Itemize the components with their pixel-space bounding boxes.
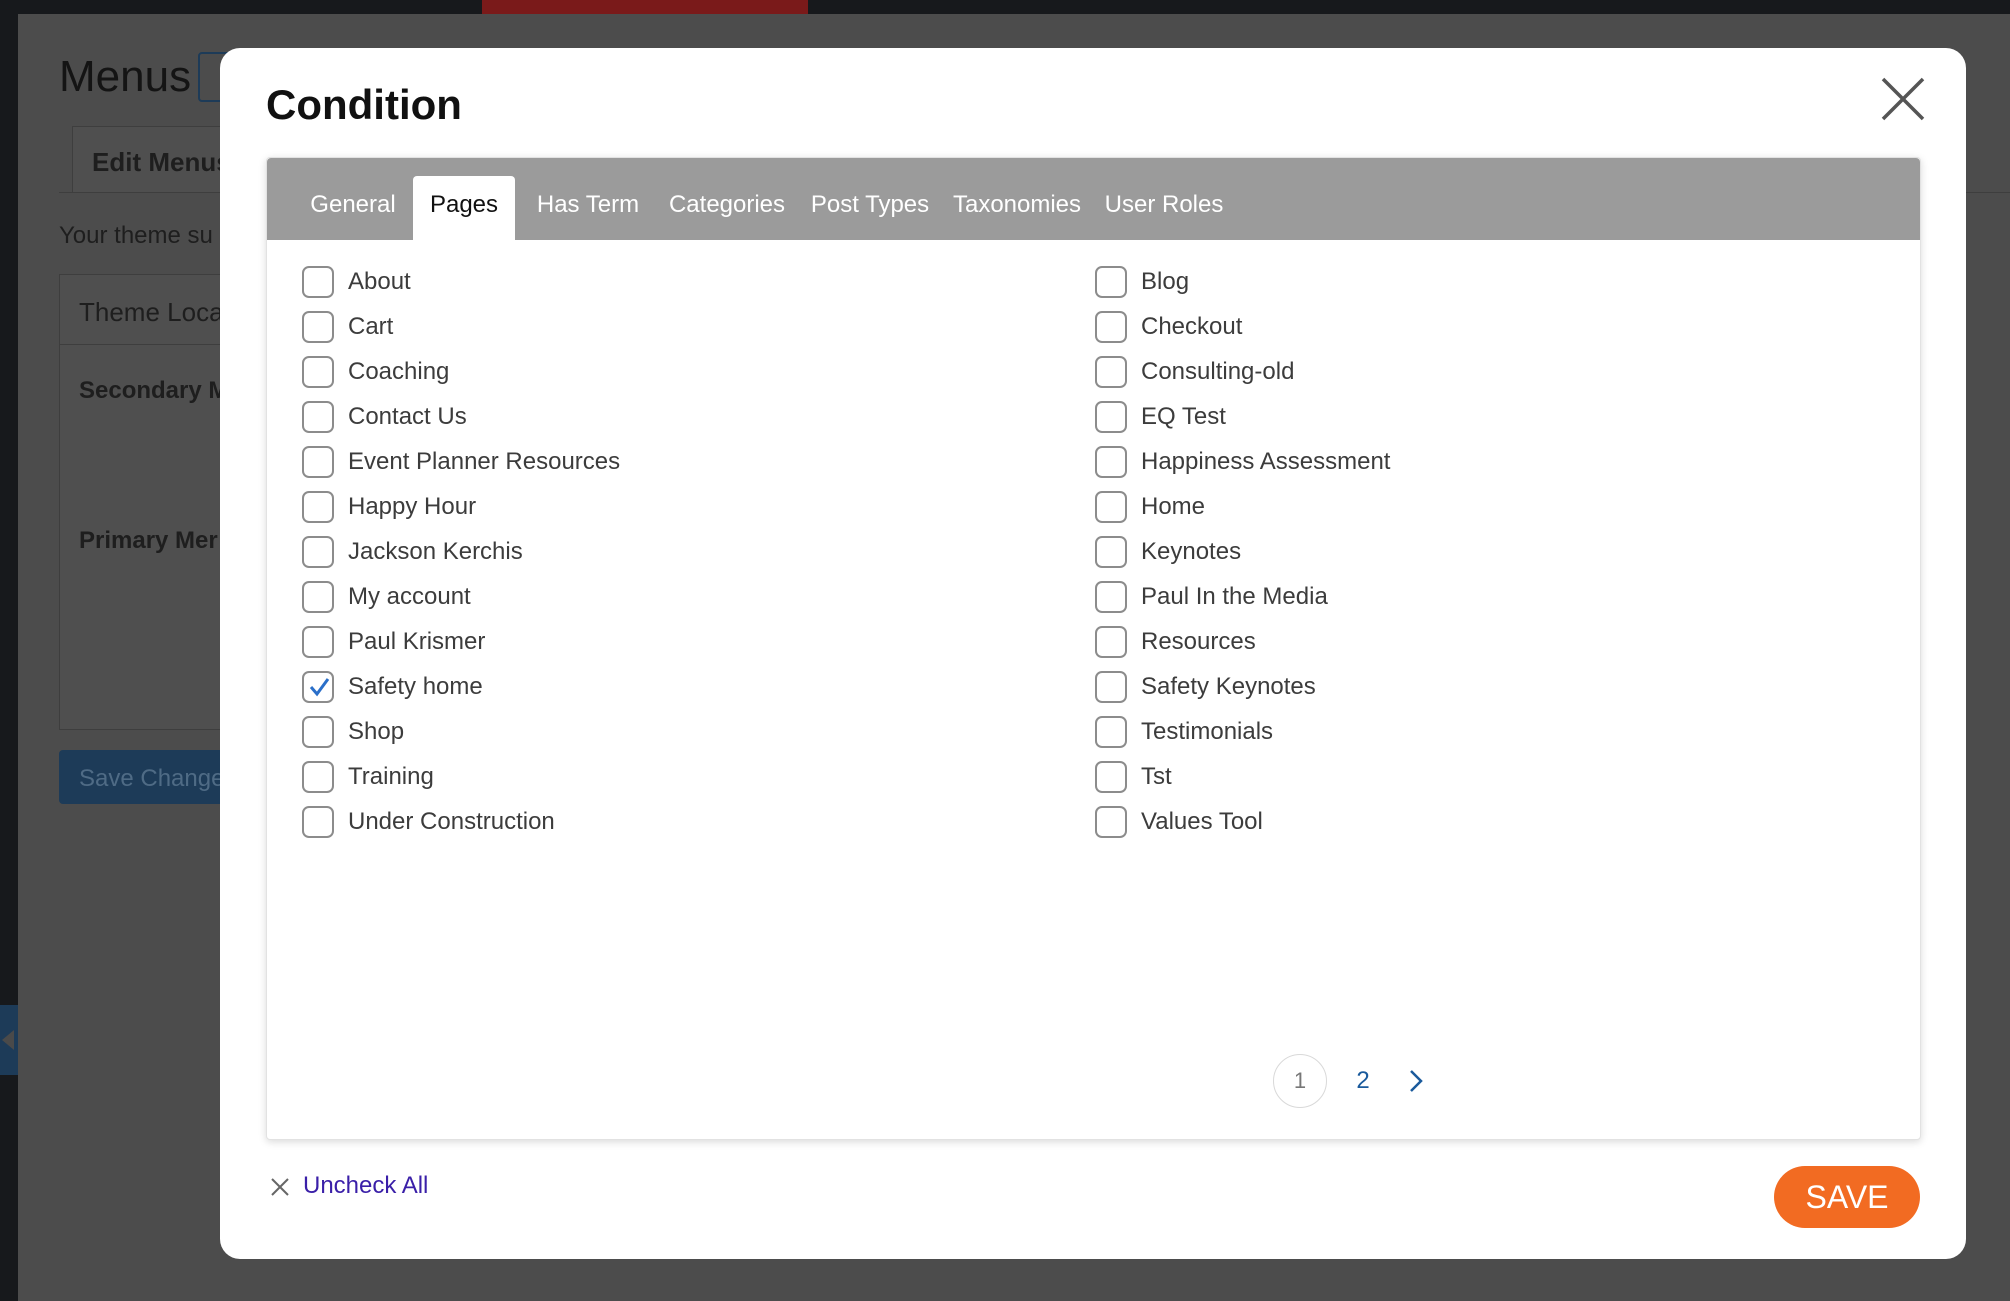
condition-panel: General Pages Has Term Categories Post T… (266, 157, 1921, 1140)
checkbox[interactable] (302, 356, 334, 388)
checkbox-label: Safety home (348, 673, 483, 700)
checkbox[interactable] (302, 626, 334, 658)
checkbox-label: Blog (1141, 268, 1190, 295)
tab-general[interactable]: General (293, 176, 413, 240)
chevron-right-icon (1410, 1070, 1423, 1092)
checkbox[interactable] (1095, 716, 1127, 748)
checkbox-label: Training (348, 763, 434, 790)
checkbox[interactable] (302, 761, 334, 793)
close-icon (1881, 77, 1925, 121)
checkbox[interactable] (1095, 761, 1127, 793)
checkbox-label: Resources (1141, 628, 1256, 655)
checkbox-label: Keynotes (1141, 538, 1242, 565)
checkbox-label: About (348, 268, 411, 295)
checkbox[interactable] (302, 581, 334, 613)
theme-description: Your theme su (59, 222, 213, 249)
condition-modal: Condition General Pages Has Term Categor… (220, 48, 1966, 1259)
checkbox-label: Contact Us (348, 403, 467, 430)
checkbox-label: Coaching (348, 358, 450, 385)
checkbox[interactable] (302, 446, 334, 478)
admin-bar-accent (482, 0, 808, 14)
checkbox[interactable] (302, 671, 334, 703)
checkbox[interactable] (302, 266, 334, 298)
checkbox-label: Paul Krismer (348, 628, 486, 655)
checkbox-label: Safety Keynotes (1141, 673, 1316, 700)
pagination-next-button[interactable] (1399, 1061, 1435, 1101)
checkbox-label: Testimonials (1141, 718, 1274, 745)
checkbox-label: Under Construction (348, 808, 555, 835)
checkbox[interactable] (1095, 626, 1127, 658)
checkbox[interactable] (1095, 401, 1127, 433)
checkbox[interactable] (1095, 266, 1127, 298)
tab-pages[interactable]: Pages (413, 176, 515, 240)
checkbox[interactable] (1095, 581, 1127, 613)
tab-edit-menus: Edit Menus (72, 126, 232, 192)
checkmark-icon (309, 678, 330, 697)
checkbox[interactable] (302, 311, 334, 343)
tab-edit-menus-label: Edit Menus (92, 147, 231, 177)
modal-title: Condition (266, 81, 462, 128)
pagination-current-page: 1 (1273, 1054, 1327, 1108)
checkbox[interactable] (1095, 491, 1127, 523)
theme-locations-title: Theme Loca (79, 297, 224, 327)
pagination-page-2[interactable]: 2 (1345, 1054, 1381, 1108)
checkbox-label: Event Planner Resources (348, 448, 621, 475)
uncheck-all-label: Uncheck All (303, 1172, 429, 1199)
checkbox[interactable] (1095, 806, 1127, 838)
checkbox[interactable] (302, 401, 334, 433)
checkbox-label: My account (348, 583, 471, 610)
checkbox[interactable] (302, 806, 334, 838)
checkbox[interactable] (1095, 311, 1127, 343)
checkbox-label: EQ Test (1141, 403, 1226, 430)
tab-has-term[interactable]: Has Term (529, 176, 647, 240)
checkbox-label: Shop (348, 718, 405, 745)
checkbox-label: Cart (348, 313, 394, 340)
tab-user-roles[interactable]: User Roles (1101, 176, 1227, 240)
primary-menu-label: Primary Mer (79, 527, 218, 554)
save-changes-label: Save Change (79, 765, 225, 792)
checkbox-label: Consulting-old (1141, 358, 1295, 385)
checkbox[interactable] (302, 716, 334, 748)
checkbox-label: Values Tool (1141, 808, 1263, 835)
checkbox-label: Happy Hour (348, 493, 477, 520)
save-button[interactable]: SAVE (1774, 1166, 1920, 1228)
tab-post-types[interactable]: Post Types (807, 176, 933, 240)
condition-tabs: General Pages Has Term Categories Post T… (267, 158, 1920, 240)
admin-bar (0, 0, 2010, 14)
checkbox[interactable] (302, 491, 334, 523)
tab-categories[interactable]: Categories (665, 176, 789, 240)
collapse-arrow-icon (0, 1005, 18, 1075)
checkbox[interactable] (302, 536, 334, 568)
secondary-menu-label: Secondary M (79, 377, 229, 404)
x-icon (271, 1178, 289, 1196)
checkbox[interactable] (1095, 356, 1127, 388)
checkbox-label: Checkout (1141, 313, 1243, 340)
checkbox-label: Jackson Kerchis (348, 538, 523, 565)
checkbox-label: Tst (1141, 763, 1172, 790)
checkbox[interactable] (1095, 446, 1127, 478)
checkbox[interactable] (1095, 671, 1127, 703)
checkbox[interactable] (1095, 536, 1127, 568)
checkbox-label: Happiness Assessment (1141, 448, 1391, 475)
page-title: Menus (59, 52, 192, 101)
tab-taxonomies[interactable]: Taxonomies (951, 176, 1083, 240)
checkbox-label: Paul In the Media (1141, 583, 1328, 610)
close-button[interactable] (1877, 73, 1929, 125)
checkbox-label: Home (1141, 493, 1206, 520)
admin-sidebar (0, 14, 18, 1301)
